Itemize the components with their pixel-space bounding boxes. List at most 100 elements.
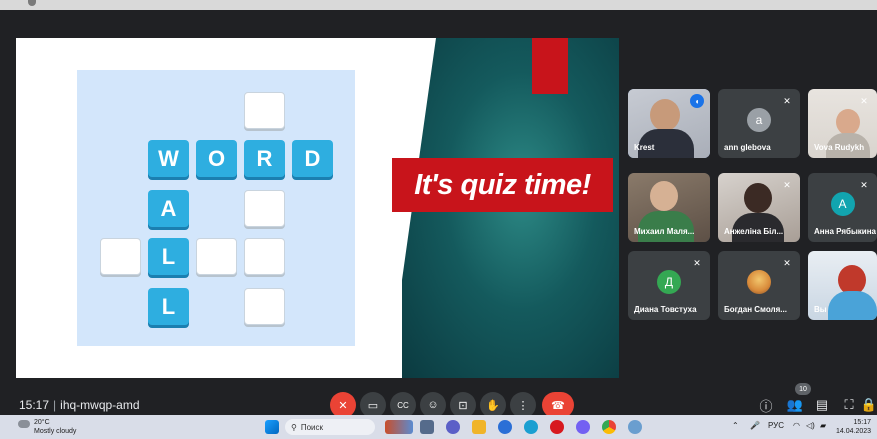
speaking-indicator-icon: ◖	[690, 94, 704, 108]
person-silhouette	[744, 183, 772, 213]
participant-name: Михаил Маля...	[634, 227, 695, 236]
participant-tile[interactable]: Михаил Маля...	[628, 173, 710, 242]
participant-tile[interactable]: ✕ А Анна Рябыкина	[808, 173, 877, 242]
tray-chevron-icon[interactable]: ⌃	[732, 421, 739, 430]
participant-name: Vova Rudykh	[814, 143, 865, 152]
opera-icon[interactable]	[550, 420, 564, 434]
quiz-banner: It's quiz time!	[392, 158, 613, 212]
participant-tile[interactable]: ✕ Богдан Смоля...	[718, 251, 800, 320]
participant-profile-photo	[747, 270, 771, 294]
participant-tile[interactable]: Вы	[808, 251, 877, 320]
chat-icon: ▤	[815, 397, 829, 412]
activities-button[interactable]: ⛶	[840, 396, 858, 414]
windows-taskbar: 20°C Mostly cloudy ⚲ Поиск ⌃ 🎤 РУС ◠ ◁) …	[0, 415, 877, 439]
participant-name: Krest	[634, 143, 655, 152]
crossword-empty-tile	[244, 190, 285, 227]
more-options-icon: ⋮	[517, 399, 529, 412]
mic-off-icon: ✕	[693, 257, 701, 268]
participant-name: Анжеліна Біл...	[724, 227, 784, 236]
clock-time: 15:17	[853, 419, 872, 426]
mic-off-icon: ✕	[860, 95, 868, 106]
search-placeholder: Поиск	[300, 422, 324, 432]
participant-count-badge: 10	[795, 383, 811, 395]
participant-tile[interactable]: ✕ Vova Rudykh	[808, 89, 877, 158]
wifi-icon[interactable]: ◠	[793, 421, 800, 430]
mic-off-icon: ✕	[338, 399, 348, 412]
mic-off-icon: ✕	[860, 179, 868, 190]
crossword-letter-tile: D	[292, 140, 333, 177]
people-button[interactable]: 👥	[786, 396, 804, 414]
person-silhouette	[650, 181, 678, 211]
lock-icon: 🔒	[860, 397, 877, 412]
widgets-app-icon[interactable]	[385, 420, 413, 434]
person-shoulders	[828, 291, 877, 320]
participant-avatar: А	[830, 192, 855, 216]
participant-name: Анна Рябыкина	[814, 227, 876, 236]
file-explorer-icon[interactable]	[420, 420, 434, 434]
viber-icon[interactable]	[576, 420, 590, 434]
participant-tile[interactable]: ◖ Krest	[628, 89, 710, 158]
crossword-empty-tile	[244, 238, 285, 275]
telegram-icon[interactable]	[628, 420, 642, 434]
crossword-empty-tile	[196, 238, 237, 275]
quiz-banner-text: It's quiz time!	[414, 168, 591, 201]
folder-icon[interactable]	[472, 420, 486, 434]
meeting-details-button[interactable]: ⓘ	[757, 396, 775, 414]
hang-up-icon: ☎	[551, 399, 565, 412]
presented-slide: It's quiz time! W O R D A L L	[16, 38, 619, 378]
chat-button[interactable]: ▤	[813, 396, 831, 414]
captions-icon: CC	[397, 400, 409, 410]
mic-off-icon: ✕	[783, 95, 791, 106]
info-icon: ⓘ	[759, 398, 773, 414]
windows-start-icon[interactable]	[265, 420, 279, 434]
meeting-code: ihq-mwqp-amd	[60, 398, 140, 412]
wordwall-crossword: W O R D A L L	[77, 70, 355, 346]
participant-avatar: Д	[657, 270, 681, 294]
slide-red-bar	[532, 38, 568, 94]
browser-top-strip	[0, 0, 877, 10]
crossword-empty-tile	[244, 92, 285, 129]
store-icon[interactable]	[498, 420, 512, 434]
crossword-letter-tile: L	[148, 288, 189, 325]
participant-name: ann glebova	[724, 143, 771, 152]
activities-icon: ⛶	[844, 397, 854, 412]
participant-name: Диана Товстуха	[634, 305, 697, 314]
participant-name: Вы	[814, 305, 827, 314]
host-controls-button[interactable]: 🔒	[860, 396, 877, 414]
meet-window: It's quiz time! W O R D A L L ◖ Krest ✕ …	[0, 10, 877, 418]
crossword-empty-tile	[244, 288, 285, 325]
microphone-tray-icon[interactable]: 🎤	[750, 421, 760, 430]
mic-off-icon: ✕	[783, 179, 791, 190]
participant-tile[interactable]: ✕ Анжеліна Біл...	[718, 173, 800, 242]
crossword-letter-tile: A	[148, 190, 189, 227]
crossword-letter-tile: O	[196, 140, 237, 177]
clock-date: 14.04.2023	[836, 428, 872, 435]
chat-app-icon[interactable]	[446, 420, 460, 434]
person-silhouette	[650, 99, 680, 131]
crossword-empty-tile	[100, 238, 141, 275]
present-icon: ⊡	[458, 399, 468, 412]
participant-tile[interactable]: ✕ Д Диана Товстуха	[628, 251, 710, 320]
people-icon: 👥	[786, 397, 804, 412]
weather-condition: Mostly cloudy	[34, 428, 77, 435]
volume-icon[interactable]: ◁)	[806, 421, 815, 430]
edge-icon[interactable]	[524, 420, 538, 434]
person-silhouette	[836, 109, 860, 135]
weather-widget[interactable]: 20°C Mostly cloudy	[18, 418, 76, 436]
emoji-icon: ☺	[427, 399, 439, 411]
participant-name: Богдан Смоля...	[724, 305, 787, 314]
mic-off-icon: ✕	[783, 257, 791, 268]
language-indicator[interactable]: РУС	[768, 421, 784, 430]
taskbar-search[interactable]: ⚲ Поиск	[285, 419, 375, 435]
battery-icon[interactable]: ▰	[820, 421, 826, 430]
search-icon: ⚲	[291, 422, 297, 432]
raise-hand-icon: ✋	[486, 399, 500, 412]
meeting-time: 15:17	[19, 398, 50, 412]
cloud-icon	[18, 420, 30, 428]
chrome-icon[interactable]	[602, 420, 616, 434]
taskbar-clock[interactable]: 15:17 14.04.2023	[836, 418, 871, 436]
tab-edge	[28, 0, 36, 6]
participant-tile[interactable]: ✕ a ann glebova	[718, 89, 800, 158]
camera-icon: ▭	[367, 399, 379, 412]
crossword-letter-tile: L	[148, 238, 189, 275]
